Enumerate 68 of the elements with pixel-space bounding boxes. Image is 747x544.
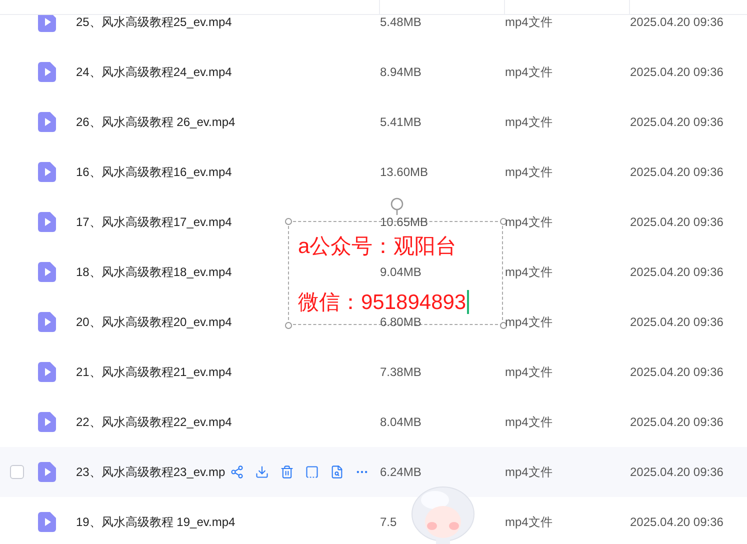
file-type: mp4文件 (505, 364, 552, 380)
file-name: 23、风水高级教程23_ev.mp (76, 464, 226, 480)
file-size: 7.38MB (380, 365, 422, 379)
overlay-text: a公众号：观阳台 (298, 234, 457, 260)
video-file-icon (38, 62, 56, 82)
resize-handle[interactable] (285, 218, 292, 225)
rotate-handle[interactable] (390, 197, 404, 215)
share-icon[interactable] (230, 464, 245, 480)
video-file-icon (38, 512, 56, 532)
file-size: 13.60MB (380, 165, 428, 179)
video-file-icon (38, 462, 56, 482)
mascot-drawing (410, 486, 476, 544)
file-name: 25、风水高级教程25_ev.mp4 (76, 14, 232, 30)
file-type: mp4文件 (505, 14, 552, 30)
modified-date: 2025.04.20 09:36 (630, 115, 724, 129)
video-file-icon (38, 162, 56, 182)
file-name: 21、风水高级教程21_ev.mp4 (76, 364, 232, 380)
file-name: 16、风水高级教程16_ev.mp4 (76, 164, 232, 180)
file-name: 24、风水高级教程24_ev.mp4 (76, 64, 232, 80)
file-type: mp4文件 (505, 314, 552, 330)
file-size: 8.04MB (380, 415, 422, 429)
file-name: 18、风水高级教程18_ev.mp4 (76, 264, 232, 280)
file-size: 8.94MB (380, 65, 422, 79)
resize-handle[interactable] (500, 322, 507, 329)
file-type: mp4文件 (505, 464, 552, 480)
file-size: 5.41MB (380, 115, 422, 129)
file-search-icon[interactable] (330, 464, 345, 480)
modified-date: 2025.04.20 09:36 (630, 265, 724, 279)
row-checkbox[interactable] (10, 465, 24, 479)
delete-icon[interactable] (280, 464, 295, 480)
file-size: 9.04MB (380, 265, 422, 279)
file-type: mp4文件 (505, 414, 552, 430)
resize-handle[interactable] (285, 322, 292, 329)
video-file-icon (38, 262, 56, 282)
modified-date: 2025.04.20 09:36 (630, 315, 724, 329)
modified-date: 2025.04.20 09:36 (630, 215, 724, 229)
video-file-icon (38, 212, 56, 232)
file-name: 22、风水高级教程22_ev.mp4 (76, 414, 232, 430)
modified-date: 2025.04.20 09:36 (630, 15, 724, 29)
file-name: 19、风水高级教程 19_ev.mp4 (76, 514, 236, 530)
file-size: 5.48MB (380, 15, 422, 29)
file-row[interactable]: 23、风水高级教程23_ev.mp 6.24MB mp4文件 2025.04.20 09:36 (0, 447, 747, 497)
file-size: 7.5 (380, 515, 397, 529)
download-icon[interactable] (255, 464, 270, 480)
modified-date: 2025.04.20 09:36 (630, 515, 724, 529)
modified-date: 2025.04.20 09:36 (630, 415, 724, 429)
file-type: mp4文件 (505, 264, 552, 280)
video-file-icon (38, 362, 56, 382)
file-name: 20、风水高级教程20_ev.mp4 (76, 314, 232, 330)
modified-date: 2025.04.20 09:36 (630, 165, 724, 179)
overlay-text: 微信：951894893 (298, 290, 466, 316)
modified-date: 2025.04.20 09:36 (630, 65, 724, 79)
modified-date: 2025.04.20 09:36 (630, 465, 724, 479)
modified-date: 2025.04.20 09:36 (630, 365, 724, 379)
text-cursor (467, 290, 470, 314)
rename-icon[interactable] (305, 464, 320, 480)
file-type: mp4文件 (505, 514, 552, 530)
file-type: mp4文件 (505, 114, 552, 130)
file-type: mp4文件 (505, 214, 552, 230)
file-name: 17、风水高级教程17_ev.mp4 (76, 214, 232, 230)
video-file-icon (38, 312, 56, 332)
file-name: 26、风水高级教程 26_ev.mp4 (76, 114, 236, 130)
video-file-icon (38, 112, 56, 132)
file-size: 6.24MB (380, 465, 422, 479)
file-type: mp4文件 (505, 64, 552, 80)
resize-handle[interactable] (500, 218, 507, 225)
video-file-icon (38, 412, 56, 432)
file-type: mp4文件 (505, 164, 552, 180)
